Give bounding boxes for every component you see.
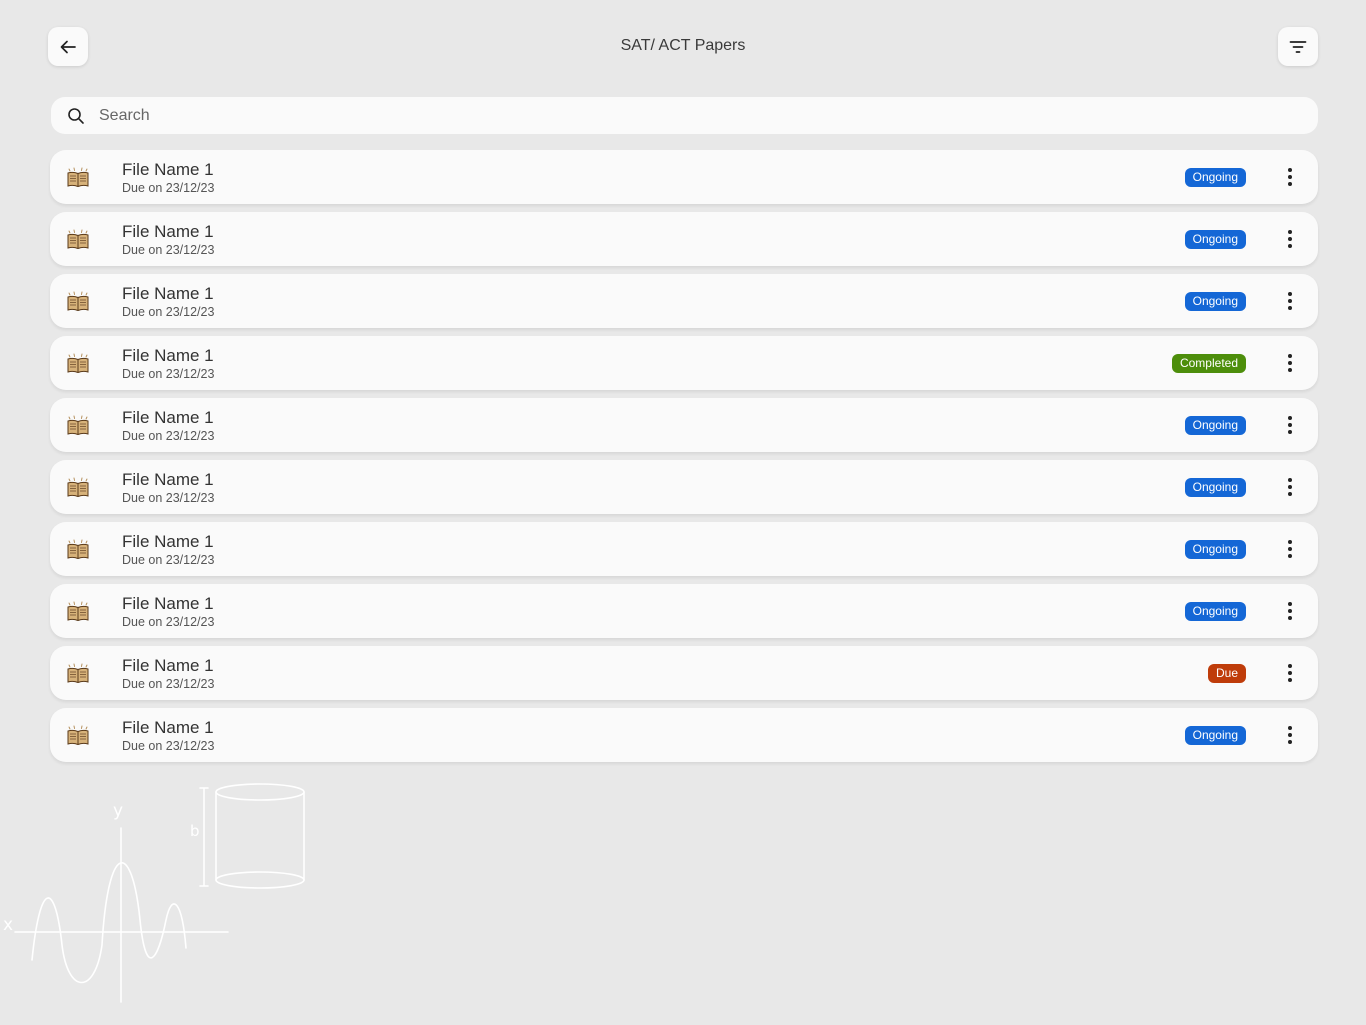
file-due-date: Due on 23/12/23 bbox=[122, 553, 215, 567]
book-icon bbox=[65, 165, 91, 191]
status-badge: Ongoing bbox=[1184, 168, 1246, 187]
page: SAT/ ACT Papers File Name 1 Due on 23/12… bbox=[0, 0, 1366, 1025]
file-row[interactable]: File Name 1 Due on 23/12/23 Ongoing bbox=[50, 708, 1318, 762]
more-vertical-icon bbox=[1287, 725, 1293, 745]
more-options-button[interactable] bbox=[1280, 537, 1300, 561]
file-row[interactable]: File Name 1 Due on 23/12/23 Ongoing bbox=[50, 398, 1318, 452]
file-row[interactable]: File Name 1 Due on 23/12/23 Ongoing bbox=[50, 460, 1318, 514]
status-badge: Ongoing bbox=[1184, 416, 1246, 435]
status-badge: Ongoing bbox=[1184, 478, 1246, 497]
file-name: File Name 1 bbox=[122, 656, 214, 675]
status-badge: Ongoing bbox=[1184, 602, 1246, 621]
status-badge: Ongoing bbox=[1184, 726, 1246, 745]
page-title: SAT/ ACT Papers bbox=[620, 37, 746, 54]
file-due-date: Due on 23/12/23 bbox=[122, 367, 215, 381]
cylinder-label: b bbox=[190, 822, 200, 840]
more-vertical-icon bbox=[1287, 539, 1293, 559]
axis-y-label: y bbox=[113, 801, 123, 821]
more-vertical-icon bbox=[1287, 663, 1293, 683]
more-options-button[interactable] bbox=[1280, 413, 1300, 437]
file-row[interactable]: File Name 1 Due on 23/12/23 Completed bbox=[50, 336, 1318, 390]
file-name: File Name 1 bbox=[122, 408, 214, 427]
book-icon bbox=[65, 475, 91, 501]
more-vertical-icon bbox=[1287, 353, 1293, 373]
book-icon bbox=[65, 227, 91, 253]
axis-x-label: x bbox=[3, 915, 13, 935]
file-due-date: Due on 23/12/23 bbox=[122, 739, 215, 753]
book-icon bbox=[65, 723, 91, 749]
search-bar[interactable] bbox=[51, 97, 1318, 134]
file-row[interactable]: File Name 1 Due on 23/12/23 Ongoing bbox=[50, 274, 1318, 328]
more-vertical-icon bbox=[1287, 415, 1293, 435]
book-icon bbox=[65, 599, 91, 625]
file-row[interactable]: File Name 1 Due on 23/12/23 Ongoing bbox=[50, 584, 1318, 638]
status-badge: Due bbox=[1207, 664, 1246, 683]
file-due-date: Due on 23/12/23 bbox=[122, 243, 215, 257]
status-badge: Ongoing bbox=[1184, 292, 1246, 311]
file-name: File Name 1 bbox=[122, 284, 214, 303]
math-doodle-illustration: x y b bbox=[3, 783, 305, 1003]
file-due-date: Due on 23/12/23 bbox=[122, 491, 215, 505]
book-icon bbox=[65, 661, 91, 687]
more-vertical-icon bbox=[1287, 601, 1293, 621]
file-name: File Name 1 bbox=[122, 594, 214, 613]
file-due-date: Due on 23/12/23 bbox=[122, 429, 215, 443]
file-due-date: Due on 23/12/23 bbox=[122, 615, 215, 629]
more-options-button[interactable] bbox=[1280, 475, 1300, 499]
file-row[interactable]: File Name 1 Due on 23/12/23 Due bbox=[50, 646, 1318, 700]
file-due-date: Due on 23/12/23 bbox=[122, 677, 215, 691]
file-row[interactable]: File Name 1 Due on 23/12/23 Ongoing bbox=[50, 212, 1318, 266]
file-name: File Name 1 bbox=[122, 160, 214, 179]
status-badge: Ongoing bbox=[1184, 230, 1246, 249]
search-icon bbox=[67, 107, 85, 125]
file-name: File Name 1 bbox=[122, 532, 214, 551]
filter-button[interactable] bbox=[1278, 27, 1318, 66]
more-options-button[interactable] bbox=[1280, 165, 1300, 189]
status-badge: Completed bbox=[1171, 354, 1246, 373]
book-icon bbox=[65, 351, 91, 377]
file-list: File Name 1 Due on 23/12/23 Ongoing File… bbox=[50, 150, 1318, 770]
file-due-date: Due on 23/12/23 bbox=[122, 305, 215, 319]
more-vertical-icon bbox=[1287, 291, 1293, 311]
more-vertical-icon bbox=[1287, 477, 1293, 497]
more-options-button[interactable] bbox=[1280, 599, 1300, 623]
file-row[interactable]: File Name 1 Due on 23/12/23 Ongoing bbox=[50, 522, 1318, 576]
more-vertical-icon bbox=[1287, 229, 1293, 249]
book-icon bbox=[65, 289, 91, 315]
more-options-button[interactable] bbox=[1280, 289, 1300, 313]
more-options-button[interactable] bbox=[1280, 227, 1300, 251]
file-name: File Name 1 bbox=[122, 718, 214, 737]
file-name: File Name 1 bbox=[122, 346, 214, 365]
filter-icon bbox=[1288, 37, 1308, 57]
book-icon bbox=[65, 537, 91, 563]
book-icon bbox=[65, 413, 91, 439]
status-badge: Ongoing bbox=[1184, 540, 1246, 559]
search-input[interactable] bbox=[99, 106, 1199, 125]
more-options-button[interactable] bbox=[1280, 723, 1300, 747]
file-row[interactable]: File Name 1 Due on 23/12/23 Ongoing bbox=[50, 150, 1318, 204]
more-vertical-icon bbox=[1287, 167, 1293, 187]
more-options-button[interactable] bbox=[1280, 351, 1300, 375]
file-name: File Name 1 bbox=[122, 222, 214, 241]
file-due-date: Due on 23/12/23 bbox=[122, 181, 215, 195]
more-options-button[interactable] bbox=[1280, 661, 1300, 685]
file-name: File Name 1 bbox=[122, 470, 214, 489]
